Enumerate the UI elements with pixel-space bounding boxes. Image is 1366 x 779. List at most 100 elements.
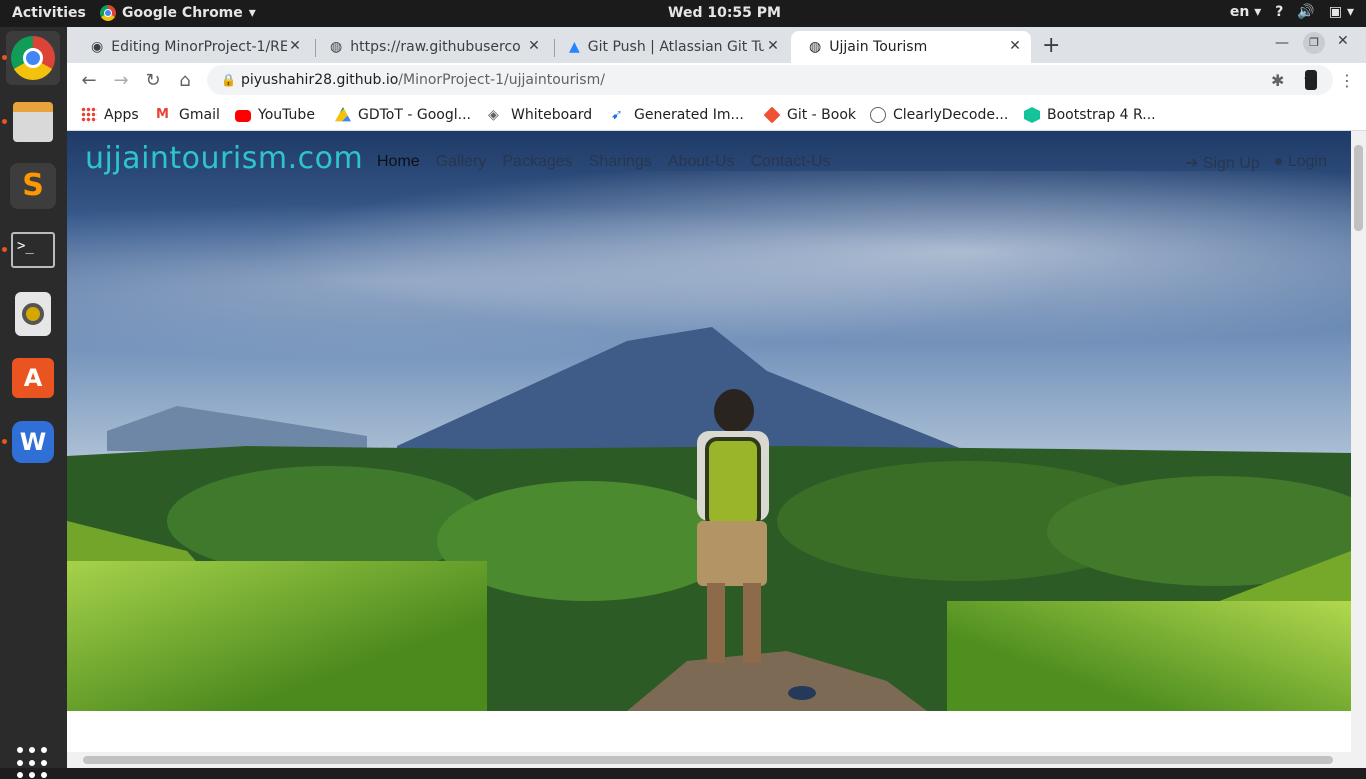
dock-software[interactable]: A [6,351,60,405]
forward-icon[interactable]: → [109,69,133,93]
bookmark-gmail[interactable]: M Gmail [156,103,220,127]
close-tab-icon[interactable]: ✕ [1007,38,1023,54]
restore-icon[interactable]: ❐ [1303,32,1325,54]
bookmark-label: Git - Book [787,107,857,123]
drive-icon [335,107,351,122]
sign-in-icon: ➔ [1184,155,1199,172]
running-indicator [2,247,7,252]
dock-chrome[interactable] [2,31,60,85]
chrome-icon [100,5,116,21]
tab-title: Ujjain Tourism [829,39,928,55]
site-navbar: ujjaintourism.com Home Gallery Packages … [67,131,1351,193]
extensions-icon[interactable]: ✱ [1271,71,1284,90]
nav-gallery[interactable]: Gallery [436,153,487,171]
activities-button[interactable]: Activities [12,5,86,21]
reload-icon[interactable]: ↻ [141,69,165,93]
help-icon[interactable]: ? [1275,4,1283,20]
dock-wps[interactable]: W [2,415,60,469]
language-indicator[interactable]: en ▾ [1230,4,1261,20]
lock-icon[interactable]: 🔒 [221,65,236,95]
bookmark-git-book[interactable]: Git - Book [763,103,857,127]
atlassian-icon: ▲ [569,39,580,55]
signup-link[interactable]: ➔ Sign Up [1185,153,1260,173]
running-indicator [2,439,7,444]
toolbar: ← → ↻ ⌂ 🔒 piyushahir28.github.io/MinorPr… [67,63,1366,99]
bookmark-label: Generated Im... [634,107,744,123]
site-menu: Home Gallery Packages Sharings About-Us … [377,153,831,171]
system-top-bar: Activities Google Chrome ▾ Wed 10:55 PM … [0,0,1366,27]
running-indicator [2,119,7,124]
user-icon: ● [1273,153,1284,170]
tab-title: Git Push | Atlassian Git Tu [587,39,764,55]
dock-files[interactable] [2,95,60,149]
back-icon[interactable]: ← [77,69,101,93]
site-logo[interactable]: ujjaintourism.com [85,141,363,176]
tab-editing-readme[interactable]: ◉ Editing MinorProject-1/RE ✕ [73,31,311,63]
close-tab-icon[interactable]: ✕ [287,38,303,54]
generated-icon: ➹ [611,107,623,123]
bookmark-bootstrap[interactable]: Bootstrap 4 R... [1024,103,1156,127]
bookmark-label: ClearlyDecode... [893,107,1009,123]
new-tab-icon[interactable]: + [1042,33,1060,58]
nav-home[interactable]: Home [377,153,420,171]
auth-links: ➔ Sign Up ● Login [1185,153,1327,173]
close-tab-icon[interactable]: ✕ [765,38,781,54]
youtube-icon [235,110,251,122]
bookmark-clearlydecoded[interactable]: ClearlyDecode... [870,103,1008,127]
scrollbar-thumb[interactable] [1354,145,1363,231]
horizontal-scrollbar[interactable] [67,752,1366,768]
minimize-icon[interactable]: — [1275,35,1289,51]
nav-packages[interactable]: Packages [502,153,572,171]
close-tab-icon[interactable]: ✕ [526,38,542,54]
bootstrap-icon [1024,107,1040,123]
dock-rhythmbox[interactable] [6,287,60,341]
login-link[interactable]: ● Login [1274,153,1327,173]
scrollbar-thumb[interactable] [83,756,1333,764]
tab-title: https://raw.githubuserco [350,39,521,55]
close-window-icon[interactable]: ✕ [1337,33,1349,49]
software-center-icon: A [12,358,54,398]
clearlydecoded-icon [870,107,886,123]
nav-sharings[interactable]: Sharings [589,153,652,171]
nav-contact-us[interactable]: Contact-Us [751,153,831,171]
bookmark-generated[interactable]: ➹ Generated Im... [611,103,744,127]
bookmarks-bar: Apps M Gmail YouTube GDToT - Googl... ◈ … [67,99,1366,131]
address-bar[interactable]: 🔒 piyushahir28.github.io/MinorProject-1/… [207,65,1333,95]
bookmark-label: GDToT - Googl... [358,107,471,123]
hero-image: ujjaintourism.com Home Gallery Packages … [67,131,1351,711]
app-menu[interactable]: Google Chrome ▾ [100,5,256,21]
dock-terminal[interactable]: >_ [2,223,60,277]
gmail-icon: M [156,107,169,122]
caret-down-icon: ▾ [248,5,256,21]
nav-about-us[interactable]: About-Us [668,153,735,171]
bookmark-gdtot[interactable]: GDToT - Googl... [335,103,471,127]
clock[interactable]: Wed 10:55 PM [668,5,781,21]
grass-right [947,601,1351,711]
running-indicator [2,55,7,60]
volume-icon[interactable]: 🔊 [1297,4,1314,20]
bookmark-whiteboard[interactable]: ◈ Whiteboard [488,103,592,127]
github-icon: ◉ [91,39,104,55]
globe-icon: ◍ [809,39,822,55]
bookmark-apps[interactable]: Apps [81,103,139,127]
url-text: piyushahir28.github.io/MinorProject-1/uj… [241,72,605,88]
menu-kebab-icon[interactable]: ⋮ [1339,71,1355,90]
speaker-icon [15,292,51,336]
tab-git-push[interactable]: ▲ Git Push | Atlassian Git Tu ✕ [551,31,789,63]
show-applications-icon[interactable] [17,747,49,779]
battery-icon[interactable]: ▣ ▾ [1329,4,1354,20]
browser-window: ◉ Editing MinorProject-1/RE ✕ ◍ https://… [67,27,1366,768]
tab-ujjain-tourism[interactable]: ◍ Ujjain Tourism ✕ [791,31,1031,63]
bookmark-label: Apps [104,107,139,123]
tab-raw-github[interactable]: ◍ https://raw.githubuserco ✕ [312,31,550,63]
dock-sublime[interactable]: S [6,159,60,213]
home-icon[interactable]: ⌂ [173,69,197,93]
vertical-scrollbar[interactable] [1351,131,1366,752]
bookmark-youtube[interactable]: YouTube [235,103,315,127]
system-tray[interactable]: en ▾ ? 🔊 ▣ ▾ [1230,4,1354,20]
bookmark-label: Whiteboard [511,107,593,123]
terminal-icon: >_ [11,232,55,268]
profile-extension-icon[interactable] [1305,70,1317,90]
signup-label: Sign Up [1202,155,1260,172]
tab-title: Editing MinorProject-1/RE [111,39,288,55]
